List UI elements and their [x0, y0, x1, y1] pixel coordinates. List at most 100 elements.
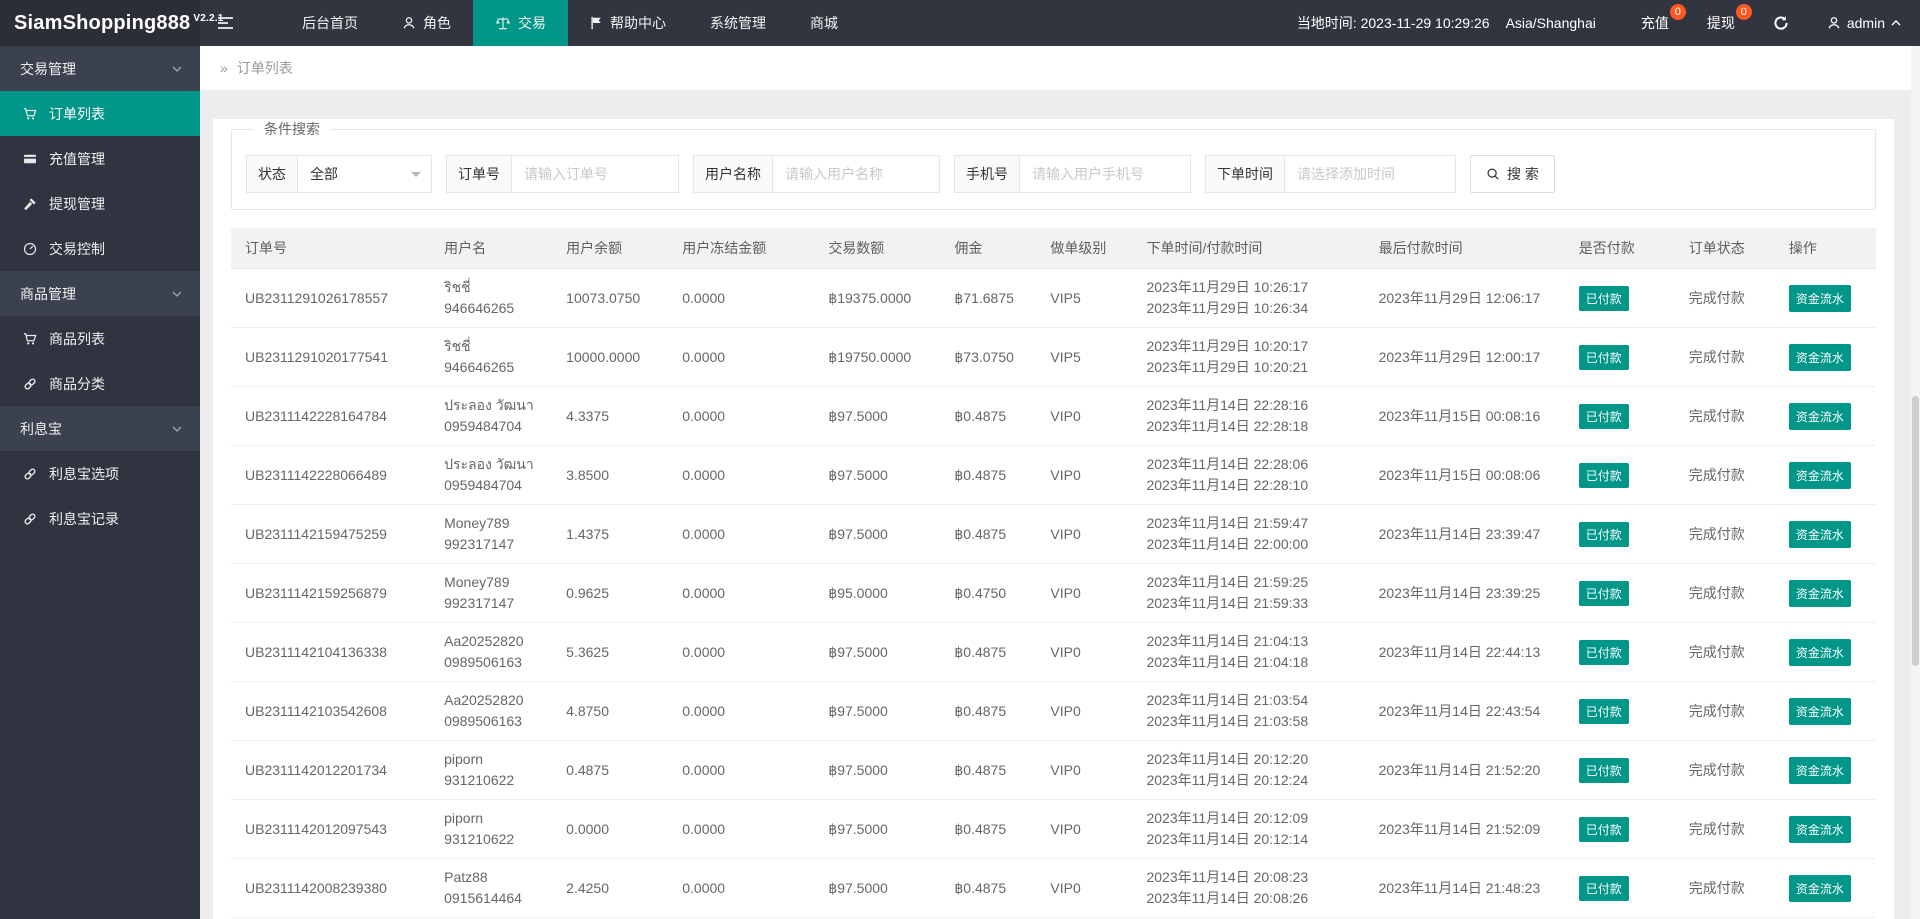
table-row: UB2311142159256879 Money789 992317147 0.…	[231, 563, 1876, 623]
cell-commission: ฿73.0750	[946, 327, 1043, 387]
col-last-pay-time: 最后付款时间	[1370, 228, 1571, 269]
user-phone: 0989506163	[444, 713, 522, 729]
timezone-label: Asia/Shanghai	[1505, 15, 1596, 31]
sidebar-item-goods-category[interactable]: 商品分类	[0, 361, 200, 406]
cell-order-no: UB2311291020177541	[231, 327, 437, 387]
username-label: 用户名称	[693, 155, 773, 193]
col-vip-level: 做单级别	[1042, 228, 1139, 269]
order-no-label: 订单号	[446, 155, 512, 193]
gauge-icon	[22, 242, 38, 256]
cell-order-pay-time: 2023年11月14日 21:59:25 2023年11月14日 21:59:3…	[1138, 563, 1371, 623]
scrollbar[interactable]	[1911, 46, 1920, 919]
cell-user: Aa20252820 0989506163	[436, 622, 559, 682]
fund-flow-button[interactable]: 资金流水	[1788, 815, 1851, 843]
cell-frozen: 0.0000	[674, 622, 821, 682]
admin-menu[interactable]: admin	[1808, 0, 1920, 46]
search-button-label: 搜 索	[1507, 166, 1539, 182]
fund-flow-button[interactable]: 资金流水	[1788, 284, 1851, 312]
order-time-input[interactable]	[1284, 155, 1456, 193]
fund-flow-button[interactable]: 资金流水	[1788, 343, 1851, 371]
user-phone: 992317147	[444, 536, 515, 552]
cell-amount: ฿97.5000	[820, 622, 947, 682]
status-select[interactable]: 全部	[297, 155, 432, 193]
user-name: Patz88	[444, 869, 488, 885]
sidebar-group-trade[interactable]: 交易管理	[0, 46, 200, 91]
cell-frozen: 0.0000	[674, 445, 821, 505]
sidebar-group-interest[interactable]: 利息宝	[0, 406, 200, 451]
fund-flow-button[interactable]: 资金流水	[1788, 638, 1851, 666]
cell-amount: ฿97.5000	[820, 740, 947, 800]
breadcrumb-separator: »	[220, 60, 228, 76]
main-nav: 后台首页 角色 交易 帮助中心 系统管理 商城	[280, 0, 860, 46]
pay-time: 2023年11月14日 21:04:18	[1146, 654, 1309, 670]
refresh-button[interactable]	[1754, 0, 1808, 46]
user-name: ริชชี่	[444, 338, 471, 354]
search-icon	[1486, 167, 1500, 181]
fund-flow-button[interactable]: 资金流水	[1788, 697, 1851, 725]
cell-action: 资金流水	[1780, 858, 1876, 918]
fund-flow-button[interactable]: 资金流水	[1788, 756, 1851, 784]
order-time: 2023年11月14日 20:12:09	[1146, 810, 1309, 826]
cell-order-no: UB2311142104136338	[231, 622, 437, 682]
sidebar-item-trade-control[interactable]: 交易控制	[0, 226, 200, 271]
chevron-down-icon	[172, 66, 182, 72]
cell-commission: ฿0.4875	[946, 386, 1043, 446]
fund-flow-button[interactable]: 资金流水	[1788, 461, 1851, 489]
paid-badge: 已付款	[1578, 462, 1629, 488]
link-icon	[22, 377, 38, 391]
cell-action: 资金流水	[1780, 622, 1876, 682]
cell-order-no: UB2311142159475259	[231, 504, 437, 564]
sidebar-item-interest-options[interactable]: 利息宝选项	[0, 451, 200, 496]
app-logo[interactable]: SiamShopping888 V2.2.1	[0, 0, 223, 46]
cell-commission: ฿0.4875	[946, 445, 1043, 505]
order-time: 2023年11月29日 10:20:17	[1146, 338, 1309, 354]
pay-time: 2023年11月29日 10:20:21	[1146, 359, 1309, 375]
sidebar-item-interest-records[interactable]: 利息宝记录	[0, 496, 200, 541]
order-time: 2023年11月14日 21:03:54	[1146, 692, 1309, 708]
order-no-input[interactable]	[511, 155, 679, 193]
cell-last-pay-time: 2023年11月14日 22:43:54	[1370, 681, 1571, 741]
sidebar-item-recharge-manage[interactable]: 充值管理	[0, 136, 200, 181]
nav-mall[interactable]: 商城	[788, 0, 860, 46]
top-header: SiamShopping888 V2.2.1 后台首页 角色 交易 帮助中心 系…	[0, 0, 1920, 46]
cell-order-no: UB2311142159256879	[231, 563, 437, 623]
withdraw-button[interactable]: 提现 0	[1688, 0, 1754, 46]
fund-flow-button[interactable]: 资金流水	[1788, 579, 1851, 607]
nav-roles[interactable]: 角色	[380, 0, 473, 46]
col-user-name: 用户名	[436, 228, 559, 269]
cell-paid: 已付款	[1570, 445, 1681, 505]
cell-amount: ฿19375.0000	[820, 268, 947, 328]
cell-amount: ฿97.5000	[820, 386, 947, 446]
fund-flow-button[interactable]: 资金流水	[1788, 874, 1851, 902]
cell-vip-level: VIP0	[1042, 799, 1139, 859]
status-select-value: 全部	[310, 166, 338, 182]
user-phone: 0959484704	[444, 418, 522, 434]
cell-frozen: 0.0000	[674, 386, 821, 446]
sidebar-item-order-list[interactable]: 订单列表	[0, 91, 200, 136]
nav-help-center[interactable]: 帮助中心	[568, 0, 688, 46]
scrollbar-thumb[interactable]	[1912, 396, 1919, 666]
table-row: UB2311142228066489 ประลอง วัฒนา 09594847…	[231, 445, 1876, 505]
recharge-button[interactable]: 充值 0	[1622, 0, 1688, 46]
username-input[interactable]	[772, 155, 940, 193]
col-order-no: 订单号	[231, 228, 437, 269]
sidebar-item-withdraw-manage[interactable]: 提现管理	[0, 181, 200, 226]
cell-last-pay-time: 2023年11月29日 12:06:17	[1370, 268, 1571, 328]
fund-flow-button[interactable]: 资金流水	[1788, 402, 1851, 430]
nav-system[interactable]: 系统管理	[688, 0, 788, 46]
search-button[interactable]: 搜 索	[1470, 155, 1555, 193]
cell-amount: ฿97.5000	[820, 681, 947, 741]
fund-flow-button[interactable]: 资金流水	[1788, 520, 1851, 548]
app-title: SiamShopping888	[14, 11, 191, 34]
sidebar-group-goods[interactable]: 商品管理	[0, 271, 200, 316]
cell-order-no: UB2311142103542608	[231, 681, 437, 741]
cell-commission: ฿71.6875	[946, 268, 1043, 328]
cell-commission: ฿0.4875	[946, 740, 1043, 800]
sidebar-item-goods-list[interactable]: 商品列表	[0, 316, 200, 361]
sidebar: 交易管理 订单列表 充值管理 提现管理 交易控制 商品管理 商品列表 商品分类 …	[0, 46, 200, 919]
phone-input[interactable]	[1019, 155, 1191, 193]
nav-trade[interactable]: 交易	[473, 0, 568, 46]
cell-user: ประลอง วัฒนา 0959484704	[436, 445, 559, 505]
cell-action: 资金流水	[1780, 563, 1876, 623]
nav-dashboard[interactable]: 后台首页	[280, 0, 380, 46]
